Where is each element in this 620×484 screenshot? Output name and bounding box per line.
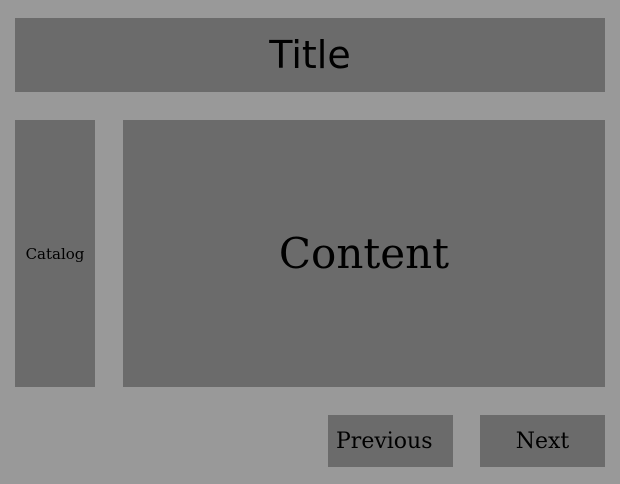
content-panel: Content: [123, 120, 605, 387]
next-button-label: Next: [515, 428, 570, 454]
previous-button[interactable]: Previous: [328, 415, 453, 467]
catalog-label: Catalog: [25, 244, 85, 263]
previous-button-label: Previous: [336, 428, 433, 454]
title-panel: Title: [15, 18, 605, 92]
content-label: Content: [278, 229, 450, 278]
page-title: Title: [269, 33, 351, 77]
next-button[interactable]: Next: [480, 415, 605, 467]
catalog-panel: Catalog: [15, 120, 95, 387]
